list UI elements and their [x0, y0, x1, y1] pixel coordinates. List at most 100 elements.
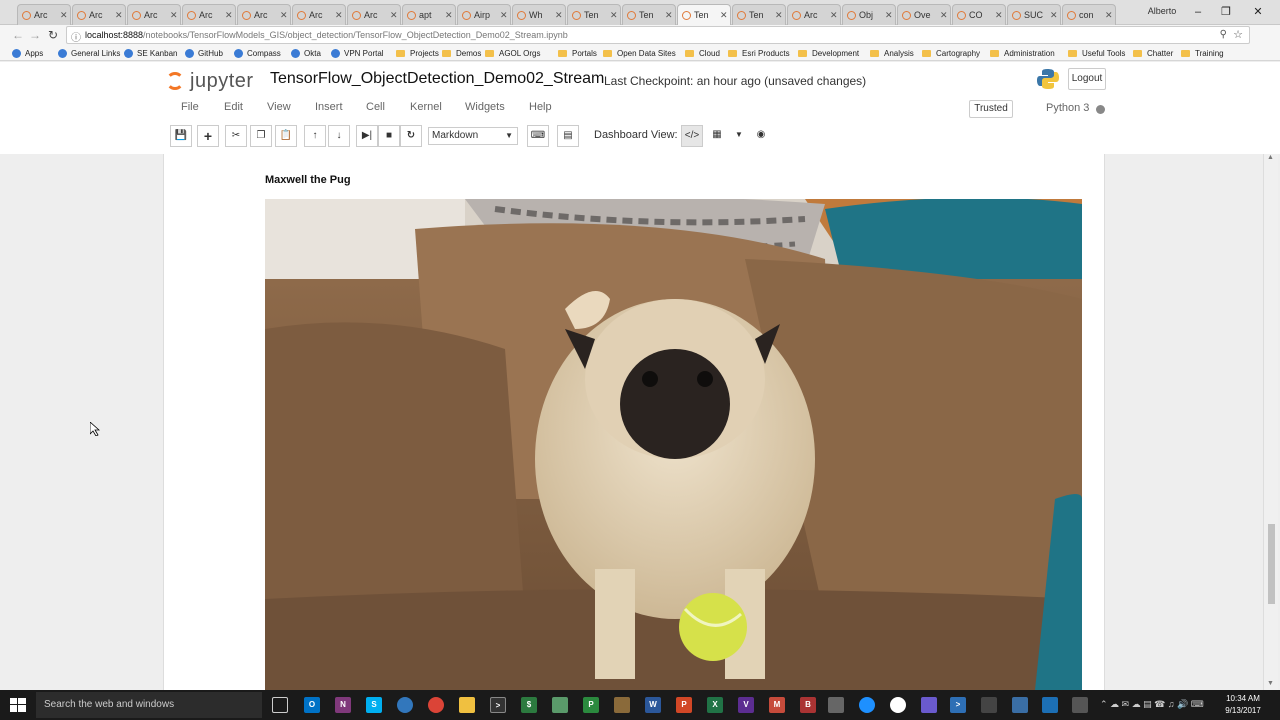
bookmark-item[interactable]: AGOL Orgs: [485, 47, 541, 59]
notebook-view-icon[interactable]: </>: [681, 125, 703, 147]
browser-tab[interactable]: Ten ✕: [622, 4, 676, 25]
browser-tab[interactable]: Ten ✕: [567, 4, 621, 25]
browser-tab[interactable]: Arc ✕: [127, 4, 181, 25]
bookmark-item[interactable]: Okta: [291, 47, 321, 59]
tab-close-icon[interactable]: ✕: [720, 10, 730, 21]
browser-tab[interactable]: Arc ✕: [237, 4, 291, 25]
menu-file[interactable]: File: [181, 101, 199, 113]
bookmark-item[interactable]: SE Kanban: [124, 47, 177, 59]
tab-close-icon[interactable]: ✕: [170, 10, 180, 21]
scroll-up-icon[interactable]: ▲: [1267, 154, 1274, 161]
save-icon[interactable]: 💾: [170, 125, 192, 147]
bookmark-item[interactable]: Training: [1181, 47, 1224, 59]
bookmark-item[interactable]: Analysis: [870, 47, 914, 59]
insert-cell-icon[interactable]: +: [197, 125, 219, 147]
trusted-indicator[interactable]: Trusted: [969, 100, 1013, 118]
bookmark-item[interactable]: VPN Portal: [331, 47, 384, 59]
scrollbar-thumb[interactable]: [1268, 524, 1275, 604]
address-bar[interactable]: ⓘ localhost:8888/notebooks/TensorFlowMod…: [66, 26, 1250, 44]
bookmark-item[interactable]: Esri Products: [728, 47, 790, 59]
forward-icon[interactable]: →: [27, 27, 43, 43]
browser-tab[interactable]: Arc ✕: [182, 4, 236, 25]
browser-tab[interactable]: Arc ✕: [347, 4, 401, 25]
zoom-icon[interactable]: ⚲: [1220, 29, 1227, 40]
logout-button[interactable]: Logout: [1068, 68, 1106, 90]
tab-close-icon[interactable]: ✕: [1050, 10, 1060, 21]
tab-close-icon[interactable]: ✕: [830, 10, 840, 21]
network-app-icon[interactable]: [1072, 697, 1088, 713]
copy-icon[interactable]: ❐: [250, 125, 272, 147]
pycharm-icon[interactable]: P: [583, 697, 599, 713]
cut-icon[interactable]: ✂: [225, 125, 247, 147]
move-up-icon[interactable]: ↑: [304, 125, 326, 147]
bookmark-item[interactable]: General Links: [58, 47, 120, 59]
bookmark-item[interactable]: Apps: [12, 47, 43, 59]
run-cell-icon[interactable]: ▶|: [356, 125, 378, 147]
tab-close-icon[interactable]: ✕: [775, 10, 785, 21]
chrome-icon[interactable]: [428, 697, 444, 713]
scroll-down-icon[interactable]: ▼: [1267, 680, 1274, 687]
browser-tab[interactable]: Ove ✕: [897, 4, 951, 25]
keyboard-icon[interactable]: ⌨: [527, 125, 549, 147]
terminal-icon[interactable]: >: [490, 697, 506, 713]
bookmark-star-icon[interactable]: ☆: [1233, 28, 1243, 41]
visio-icon[interactable]: V: [738, 697, 754, 713]
browser-tab[interactable]: CO ✕: [952, 4, 1006, 25]
bookmark-item[interactable]: GitHub: [185, 47, 223, 59]
menu-kernel[interactable]: Kernel: [410, 101, 442, 113]
bookmark-item[interactable]: Development: [798, 47, 859, 59]
tab-close-icon[interactable]: ✕: [500, 10, 510, 21]
reload-icon[interactable]: ↻: [45, 27, 61, 43]
excel-icon[interactable]: X: [707, 697, 723, 713]
jupyter-logo[interactable]: jupyter: [166, 68, 254, 94]
taskbar-search[interactable]: Search the web and windows: [36, 692, 262, 718]
onenote-icon[interactable]: N: [335, 697, 351, 713]
white-circle-icon[interactable]: [890, 697, 906, 713]
browser-tab[interactable]: Wh ✕: [512, 4, 566, 25]
menu-help[interactable]: Help: [529, 101, 552, 113]
notebook-title[interactable]: TensorFlow_ObjectDetection_Demo02_Stream: [270, 70, 604, 88]
preview-icon[interactable]: ◉: [750, 125, 772, 147]
view-dropdown-icon[interactable]: ▼: [728, 125, 750, 147]
tab-close-icon[interactable]: ✕: [665, 10, 675, 21]
browser-tab[interactable]: SUC ✕: [1007, 4, 1061, 25]
restore-button[interactable]: ❐: [1212, 4, 1240, 20]
window-icon[interactable]: [981, 697, 997, 713]
menu-insert[interactable]: Insert: [315, 101, 343, 113]
tab-close-icon[interactable]: ✕: [390, 10, 400, 21]
browser-tab[interactable]: Ten ✕: [732, 4, 786, 25]
notes-icon[interactable]: [614, 697, 630, 713]
app-circle-icon[interactable]: [397, 697, 413, 713]
browser-tab[interactable]: con ✕: [1062, 4, 1116, 25]
globe-icon[interactable]: [859, 697, 875, 713]
notebook-scroll-area[interactable]: Maxwell the Pug ▲ ▼: [0, 154, 1280, 690]
magnifier-icon[interactable]: [1012, 697, 1028, 713]
browser-tab[interactable]: Arc ✕: [72, 4, 126, 25]
file-explorer-icon[interactable]: [459, 697, 475, 713]
minimize-button[interactable]: –: [1184, 4, 1212, 20]
bookmark-item[interactable]: Administration: [990, 47, 1055, 59]
interrupt-icon[interactable]: ■: [378, 125, 400, 147]
page-scrollbar[interactable]: ▲ ▼: [1263, 154, 1278, 690]
grid-view-icon[interactable]: ▦: [706, 125, 728, 147]
browser-tab[interactable]: Arc ✕: [17, 4, 71, 25]
browser-tab[interactable]: Arc ✕: [292, 4, 346, 25]
mail-app-icon[interactable]: M: [769, 697, 785, 713]
windows-start-icon[interactable]: [10, 698, 26, 712]
menu-widgets[interactable]: Widgets: [465, 101, 505, 113]
bookmark-item[interactable]: Cloud: [685, 47, 720, 59]
move-down-icon[interactable]: ↓: [328, 125, 350, 147]
tab-close-icon[interactable]: ✕: [1105, 10, 1115, 21]
word-icon[interactable]: W: [645, 697, 661, 713]
tool-icon[interactable]: [828, 697, 844, 713]
task-view-icon[interactable]: [272, 697, 288, 713]
menu-view[interactable]: View: [267, 101, 291, 113]
browser-tab[interactable]: Airp ✕: [457, 4, 511, 25]
app-icon[interactable]: [921, 697, 937, 713]
powershell-icon[interactable]: >: [950, 697, 966, 713]
menu-cell[interactable]: Cell: [366, 101, 385, 113]
powerpoint-icon[interactable]: P: [676, 697, 692, 713]
tab-close-icon[interactable]: ✕: [115, 10, 125, 21]
browser-tab[interactable]: Arc ✕: [787, 4, 841, 25]
tab-close-icon[interactable]: ✕: [555, 10, 565, 21]
